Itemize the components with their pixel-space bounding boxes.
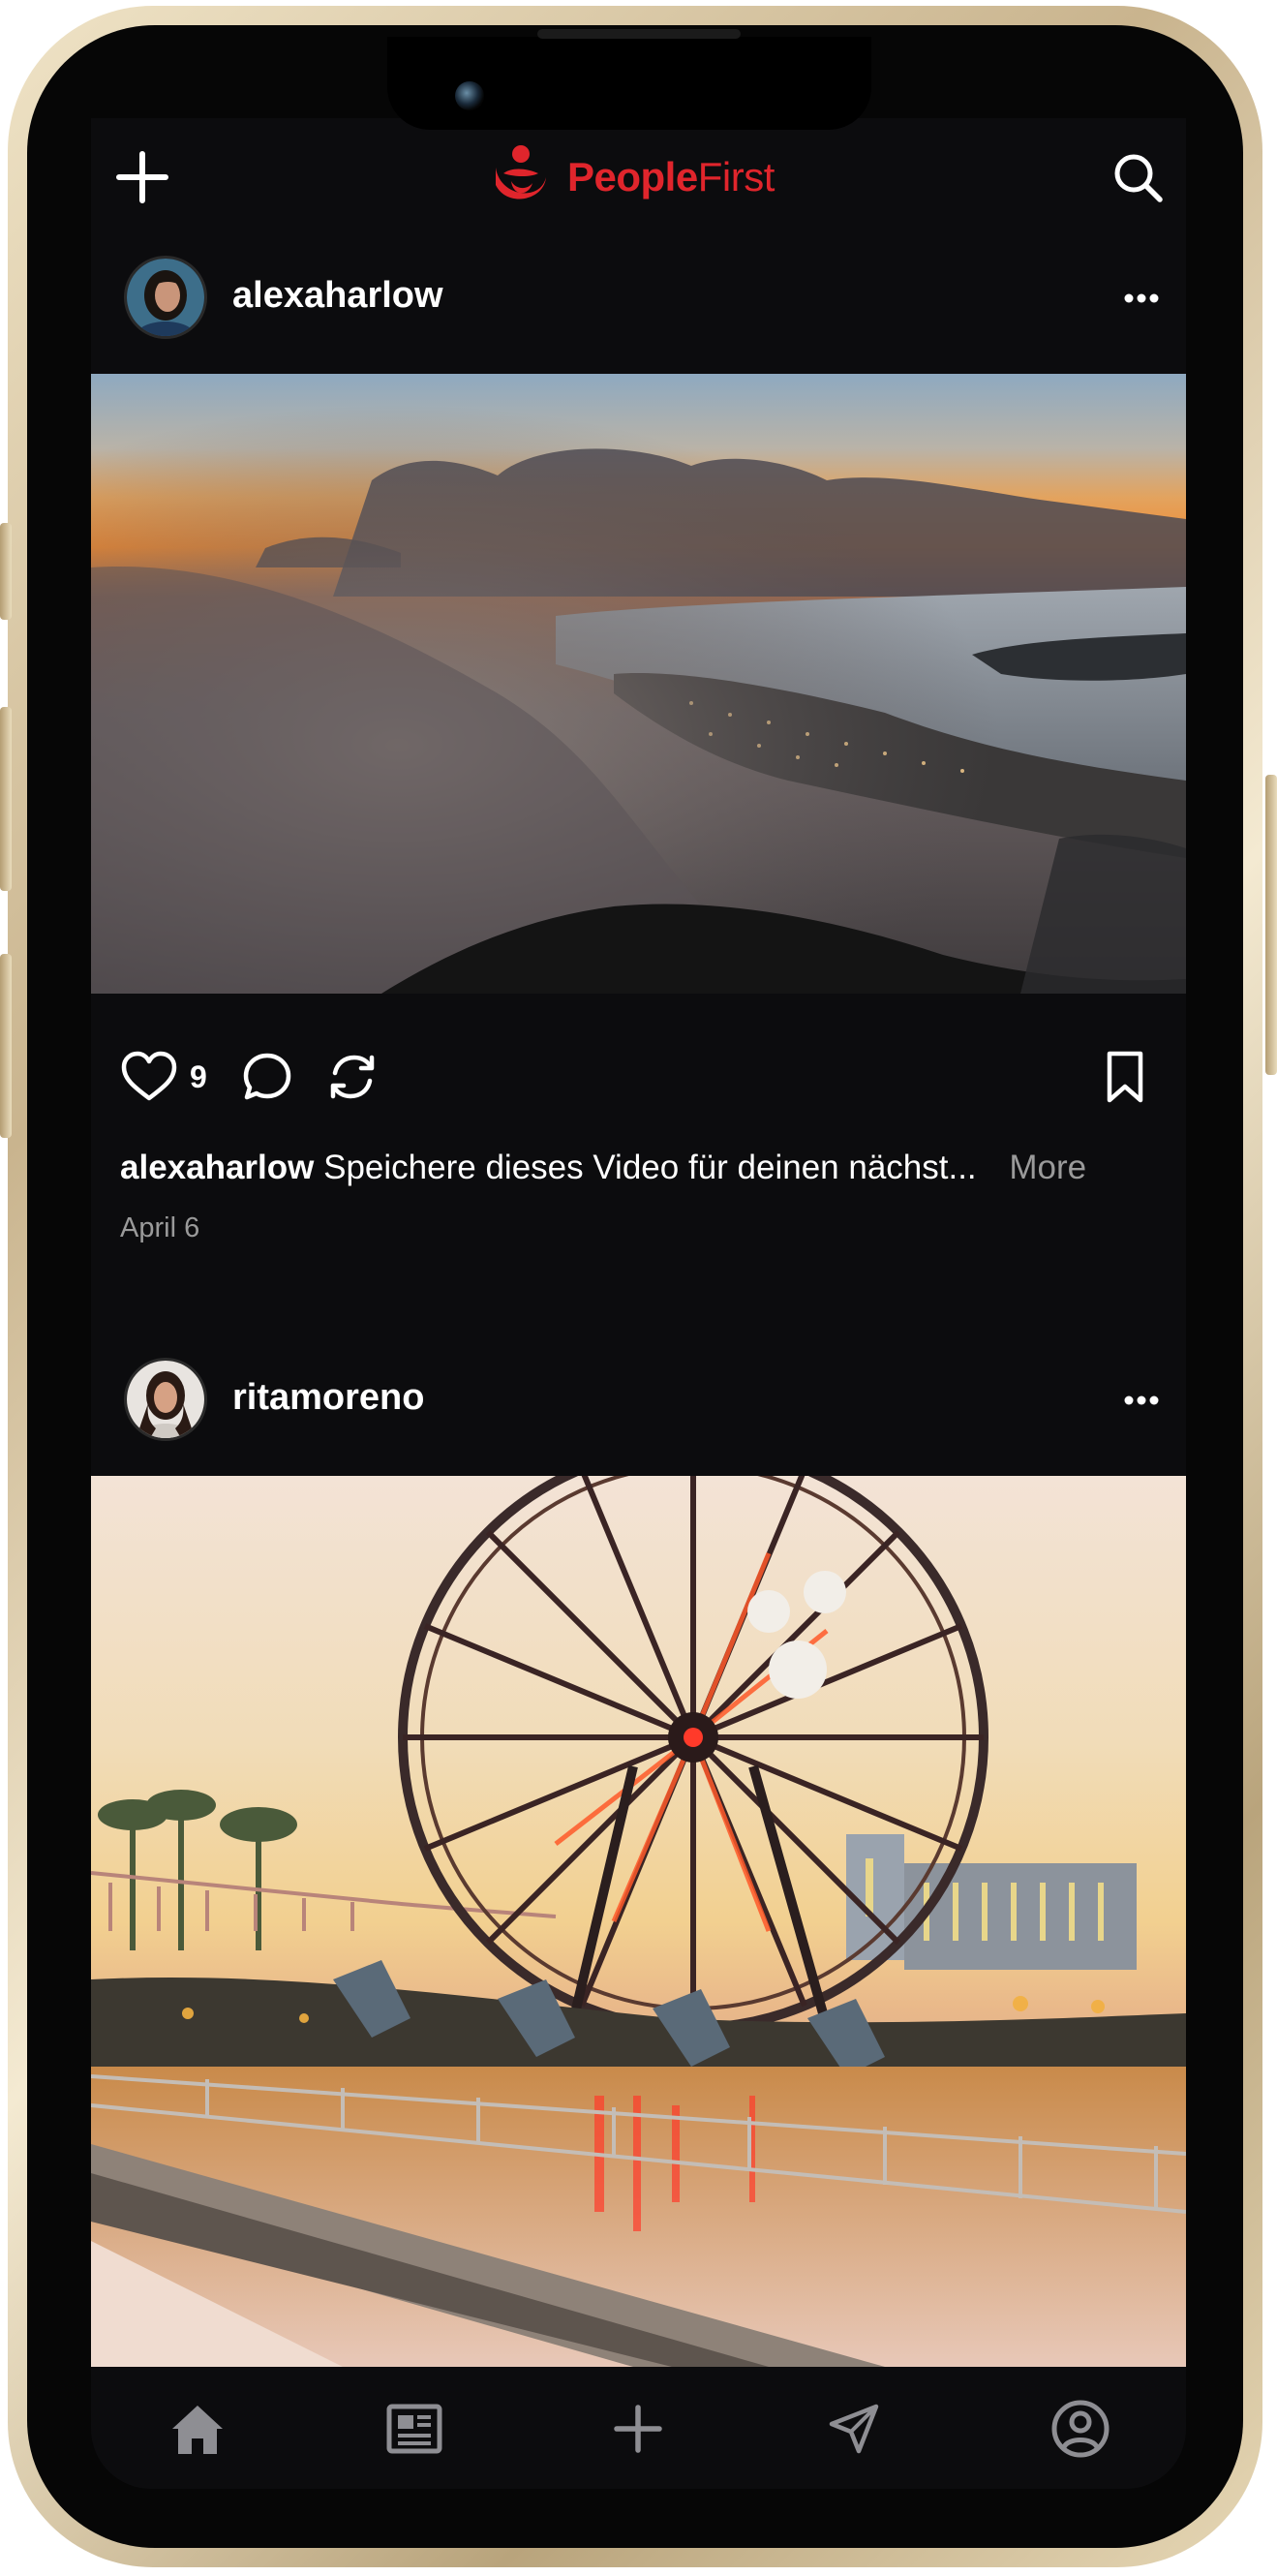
avatar[interactable] [124,1358,207,1441]
post-username[interactable]: alexaharlow [232,275,443,317]
home-icon[interactable] [159,2390,236,2468]
post-media-video[interactable] [91,374,1186,994]
caption-more-link[interactable]: More [1009,1149,1086,1186]
logo-text-bold: People [567,154,698,199]
post-caption: alexaharlow Speichere dieses Video für d… [120,1149,1156,1187]
post-media-video[interactable] [91,1476,1186,2367]
profile-icon[interactable] [1042,2390,1119,2468]
post-header: alexaharlow [91,240,1186,356]
repost-icon[interactable] [321,1046,383,1108]
app-screen: PeopleFirst alexaharlow 9 alexaharlow Sp… [91,118,1186,2489]
comment-icon[interactable] [236,1046,298,1108]
post-username[interactable]: ritamoreno [232,1377,424,1419]
avatar[interactable] [124,256,207,339]
bookmark-icon[interactable] [1094,1046,1156,1108]
volume-up-button [0,707,12,891]
mute-switch [0,523,12,620]
post-header: ritamoreno [91,1342,1186,1458]
caption-username[interactable]: alexaharlow [120,1149,314,1186]
earpiece [537,29,741,39]
volume-down-button [0,954,12,1138]
front-camera [455,81,484,110]
send-icon[interactable] [815,2390,893,2468]
heart-icon[interactable] [118,1046,180,1108]
post-actions: 9 [91,1038,1186,1116]
app-logo: PeopleFirst [482,134,775,221]
like-count: 9 [190,1059,207,1094]
logo-mark-icon [496,145,546,199]
more-options-icon[interactable] [1117,279,1166,318]
caption-text: Speichere dieses Video für deinen nächst… [323,1149,977,1186]
plus-icon[interactable] [112,147,172,207]
more-options-icon[interactable] [1117,1381,1166,1420]
top-bar: PeopleFirst [91,118,1186,240]
post-date: April 6 [120,1212,200,1243]
power-button [1265,775,1277,1075]
bottom-tab-bar [91,2367,1186,2489]
search-icon[interactable] [1108,147,1168,207]
plus-icon[interactable] [599,2390,677,2468]
logo-text-light: First [697,154,775,199]
news-icon[interactable] [376,2390,453,2468]
